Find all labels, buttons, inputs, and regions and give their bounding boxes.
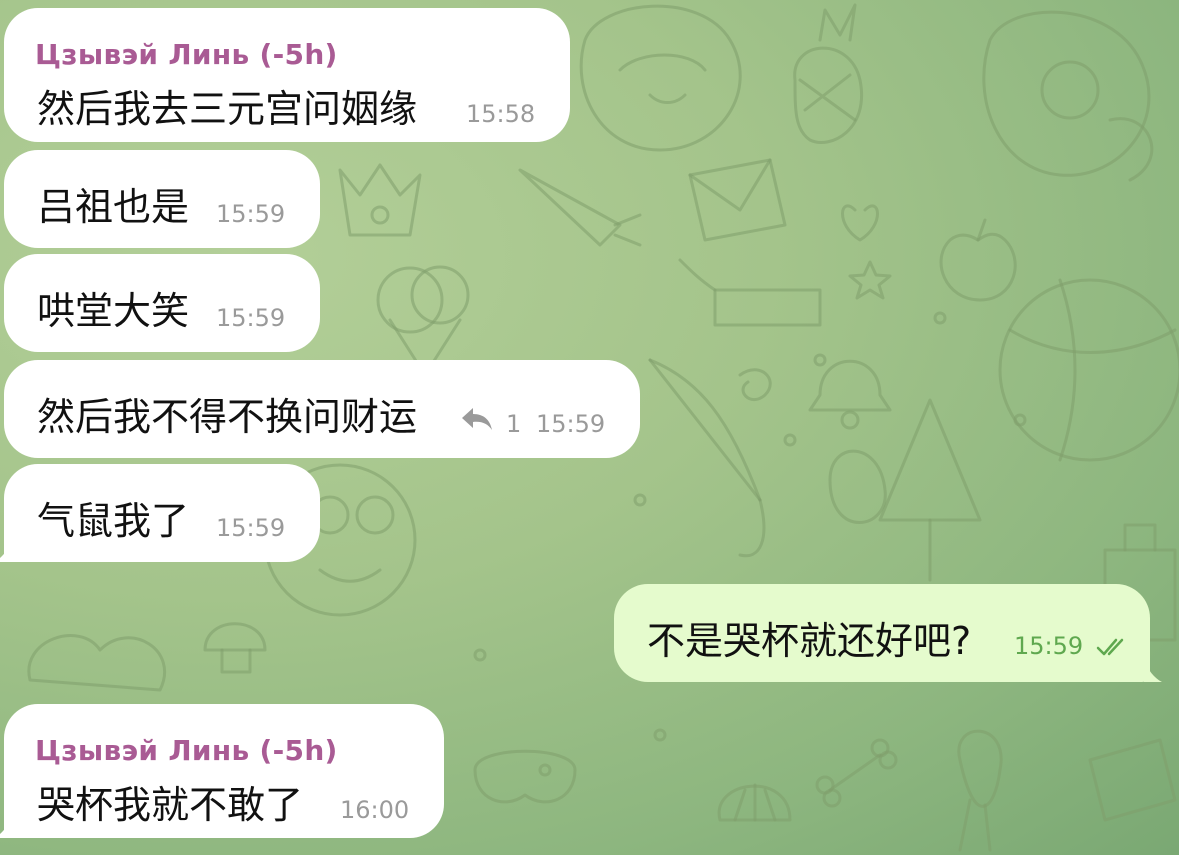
message-time: 15:59 xyxy=(216,304,286,332)
message-time: 16:00 xyxy=(340,796,410,824)
message-text: 不是哭杯就还好吧? xyxy=(647,619,972,663)
message-bubble[interactable]: 然后我不得不换问财运 1 15:59 xyxy=(4,360,640,458)
message-text: 哭杯我就不敢了 xyxy=(37,783,304,827)
message-bubble[interactable]: 哄堂大笑 15:59 xyxy=(4,254,320,352)
message-bubble[interactable]: Цзывэй Линь (-5h) 然后我去三元宫问姻缘 15:58 xyxy=(4,8,570,142)
message-bubble[interactable]: 气鼠我了 15:59 xyxy=(0,464,320,562)
bubble-tail xyxy=(1144,660,1162,682)
bubble-tail xyxy=(0,540,12,562)
reply-arrow-icon[interactable] xyxy=(460,406,494,432)
message-bubble[interactable]: Цзывэй Линь (-5h) 哭杯我就不敢了 16:00 xyxy=(0,704,444,838)
message-text: 气鼠我了 xyxy=(37,499,190,543)
sender-name[interactable]: Цзывэй Линь (-5h) xyxy=(35,734,338,767)
message-time: 15:59 xyxy=(1014,632,1084,660)
message-text: 吕祖也是 xyxy=(37,185,190,229)
reply-count[interactable]: 1 xyxy=(506,410,521,438)
bubble-tail xyxy=(0,816,12,838)
message-time: 15:59 xyxy=(536,410,606,438)
outgoing-message-bubble[interactable]: 不是哭杯就还好吧? 15:59 xyxy=(614,584,1162,682)
message-time: 15:58 xyxy=(466,100,536,128)
message-time: 15:59 xyxy=(216,200,286,228)
message-bubble[interactable]: 吕祖也是 15:59 xyxy=(4,150,320,248)
message-text: 哄堂大笑 xyxy=(37,289,190,333)
double-check-icon xyxy=(1096,638,1124,656)
chat-background: Цзывэй Линь (-5h) 然后我去三元宫问姻缘 15:58 吕祖也是 … xyxy=(0,0,1179,855)
sender-name[interactable]: Цзывэй Линь (-5h) xyxy=(35,38,338,71)
message-text: 然后我不得不换问财运 xyxy=(37,395,418,439)
message-text: 然后我去三元宫问姻缘 xyxy=(37,87,418,131)
message-time: 15:59 xyxy=(216,514,286,542)
